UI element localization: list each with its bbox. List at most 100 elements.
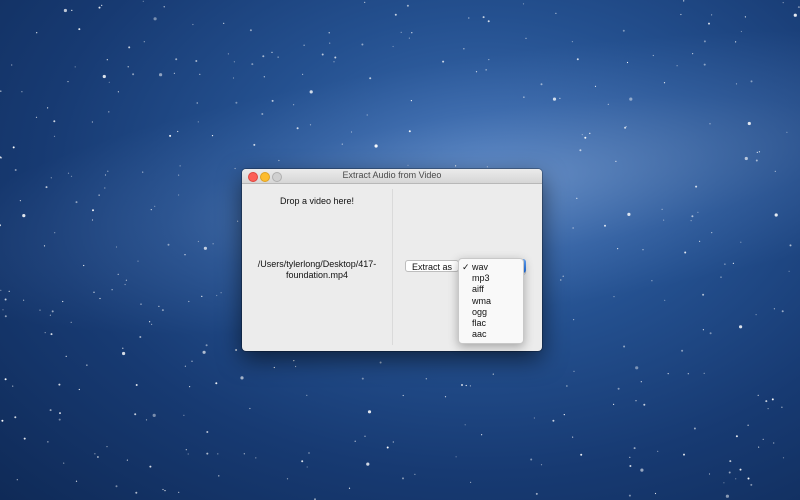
star <box>237 220 239 222</box>
star <box>201 295 203 297</box>
star <box>135 491 138 494</box>
star <box>273 366 275 369</box>
star <box>195 60 198 62</box>
star <box>243 453 245 455</box>
menu-item-mp3[interactable]: mp3 <box>459 273 523 284</box>
star <box>91 121 93 123</box>
star <box>98 194 100 196</box>
star <box>566 385 568 387</box>
star <box>74 66 76 68</box>
star <box>747 477 750 480</box>
star <box>525 37 527 39</box>
star <box>464 424 466 426</box>
star <box>386 446 389 449</box>
star <box>703 40 706 43</box>
star <box>240 376 244 380</box>
star <box>295 365 297 368</box>
star <box>58 383 61 386</box>
star <box>579 149 582 152</box>
star <box>67 81 69 83</box>
star <box>683 453 685 456</box>
star <box>744 16 747 18</box>
star <box>652 54 654 57</box>
star <box>233 61 235 63</box>
star <box>137 260 139 262</box>
star <box>62 300 64 303</box>
star <box>402 394 404 397</box>
star <box>140 303 142 305</box>
star <box>47 107 49 109</box>
star <box>774 170 776 172</box>
star <box>124 283 126 286</box>
star <box>205 344 208 347</box>
menu-item-ogg[interactable]: ogg <box>459 307 523 318</box>
star <box>613 296 615 298</box>
star <box>306 466 308 468</box>
star <box>309 90 313 94</box>
star <box>576 197 578 199</box>
star <box>739 468 742 471</box>
star <box>75 480 78 482</box>
star <box>107 170 109 172</box>
star <box>651 280 653 282</box>
star <box>134 413 137 416</box>
star <box>374 144 378 148</box>
star <box>199 73 201 75</box>
star <box>177 130 179 133</box>
star <box>162 488 164 491</box>
star <box>366 462 370 466</box>
star <box>573 370 575 372</box>
star <box>150 209 152 211</box>
star <box>535 492 538 495</box>
star <box>723 482 725 484</box>
star <box>47 441 49 443</box>
star <box>139 336 142 338</box>
star <box>154 205 156 207</box>
star <box>158 305 160 307</box>
star <box>407 164 409 166</box>
star <box>408 37 410 39</box>
star <box>117 91 119 93</box>
star <box>271 99 274 102</box>
menu-item-aiff[interactable]: aiff <box>459 284 523 295</box>
extract-as-button[interactable]: Extract as <box>405 260 459 272</box>
star <box>552 419 555 422</box>
star <box>63 8 67 13</box>
star <box>67 172 70 174</box>
star <box>414 473 416 475</box>
star <box>623 345 626 348</box>
title-bar[interactable]: Extract Audio from Video <box>242 169 542 184</box>
menu-item-flac[interactable]: flac <box>459 318 523 329</box>
star <box>663 82 666 84</box>
star <box>559 97 561 99</box>
star <box>106 59 108 61</box>
star <box>206 431 209 433</box>
star <box>163 6 165 8</box>
star <box>664 299 666 301</box>
star <box>126 459 128 461</box>
star <box>762 438 764 440</box>
star <box>14 416 17 419</box>
star <box>128 46 131 49</box>
star <box>560 279 562 281</box>
menu-item-wma[interactable]: wma <box>459 296 523 307</box>
star <box>485 69 487 71</box>
star <box>739 325 743 329</box>
star <box>184 365 186 367</box>
star <box>117 273 119 275</box>
star <box>681 349 684 352</box>
star <box>735 478 737 480</box>
star <box>735 41 737 43</box>
star <box>0 289 2 291</box>
star <box>481 434 483 436</box>
star <box>98 6 101 9</box>
menu-item-wav[interactable]: ✓ wav <box>459 262 523 273</box>
star <box>12 146 15 149</box>
star <box>36 32 38 34</box>
star <box>756 151 758 153</box>
menu-item-aac[interactable]: aac <box>459 329 523 340</box>
star <box>552 97 557 101</box>
star <box>735 83 738 85</box>
star <box>191 360 193 362</box>
star <box>562 275 564 277</box>
